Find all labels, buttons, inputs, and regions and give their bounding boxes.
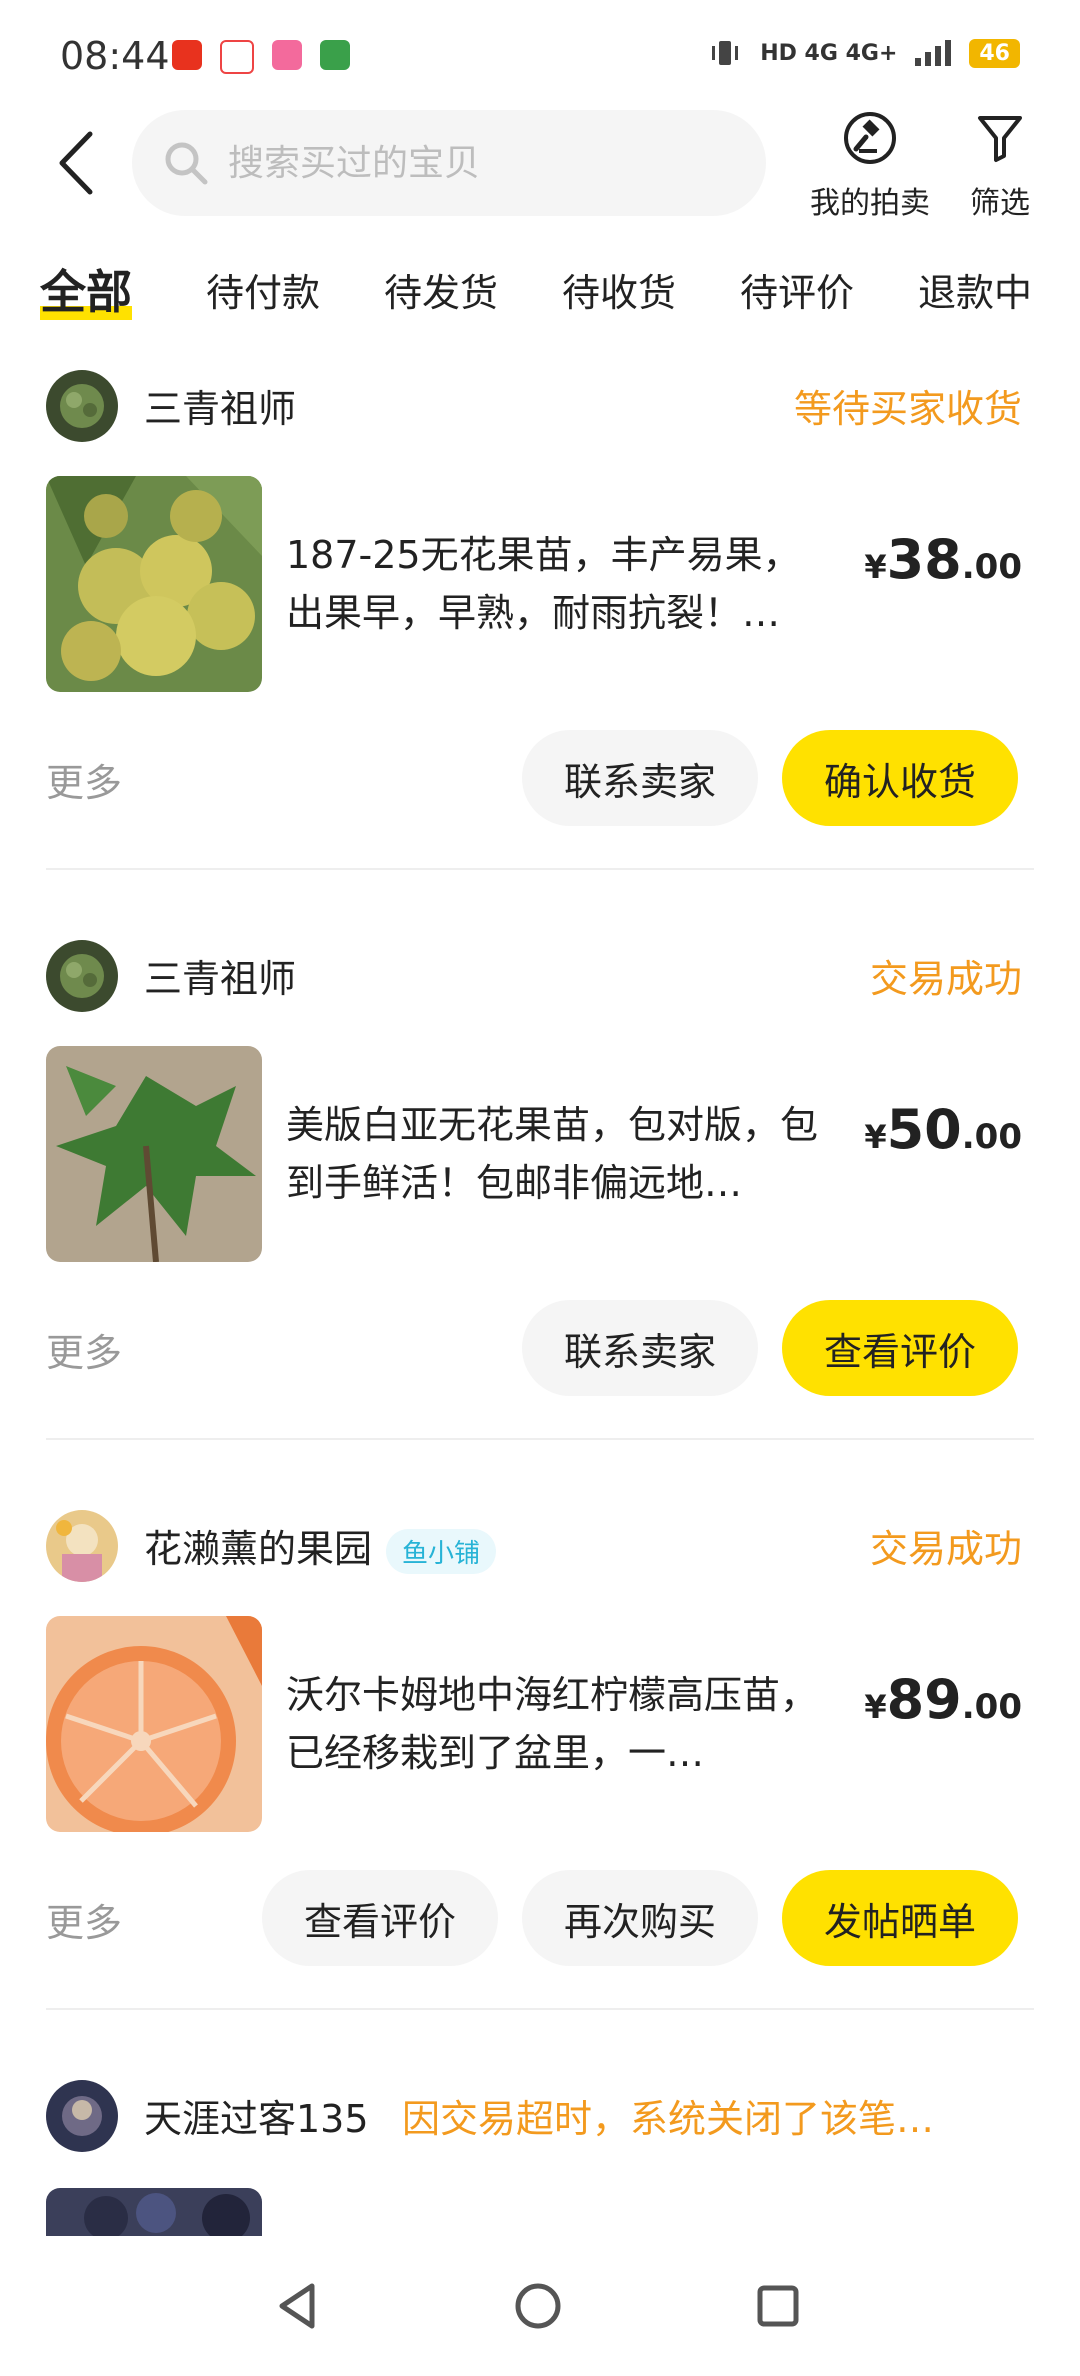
shop-avatar[interactable] [46,2080,118,2152]
confirm-receipt-button[interactable]: 确认收货 [782,730,1018,826]
status-time: 08:44 [60,34,170,78]
app-notification-icon [272,40,302,70]
nav-home-icon[interactable] [508,2276,568,2336]
shop-avatar[interactable] [46,1510,118,1582]
order-card[interactable]: 天涯过客135 因交易超时，系统关闭了该笔… [0,2080,1080,2240]
search-bar[interactable] [132,110,766,216]
system-icons: HD 4G 4G+ 46 [708,38,1020,68]
price-currency: ¥ [864,1688,887,1726]
app-notification-icon [320,40,350,70]
tab-pending-shipment[interactable]: 待发货 [384,262,498,317]
shop-avatar[interactable] [46,370,118,442]
tab-pending-payment[interactable]: 待付款 [206,262,320,317]
card-divider [46,868,1034,870]
vibrate-icon [712,41,739,65]
order-tabs: 全部 待付款 待发货 待收货 待评价 退款中 [0,250,1080,330]
order-card[interactable]: 花濑薰的果园 鱼小铺 交易成功 沃尔卡姆地中海红柠檬高压苗，已经移栽到了盆里，一…… [0,1496,1080,2068]
back-arrow-icon[interactable] [52,128,102,198]
price-decimal: .00 [961,1687,1022,1727]
contact-seller-button[interactable]: 联系卖家 [522,1300,758,1396]
filter-label: 筛选 [970,186,1030,221]
app-notification-icon [220,40,254,74]
tab-label: 全部 [40,265,132,319]
post-review-button[interactable]: 发帖晒单 [782,1870,1018,1966]
price-decimal: .00 [961,1117,1022,1157]
order-status: 交易成功 [869,957,1022,1001]
order-status: 等待买家收货 [793,387,1022,431]
product-image[interactable] [46,476,262,692]
product-title[interactable]: 沃尔卡姆地中海红柠檬高压苗，已经移栽到了盆里，一… [286,1666,836,1782]
order-status: 交易成功 [869,1527,1022,1571]
product-title[interactable]: 187-25无花果苗，丰产易果，出果早，早熟，耐雨抗裂！… [286,526,836,642]
shop-badge: 鱼小铺 [386,1529,497,1574]
notification-icons [172,40,350,74]
shop-name[interactable]: 三青祖师 [144,948,296,1003]
nav-back-icon[interactable] [268,2276,328,2336]
product-image[interactable] [46,1616,262,1832]
buy-again-button[interactable]: 再次购买 [522,1870,758,1966]
product-price: ¥38.00 [864,528,1022,591]
price-currency: ¥ [864,548,887,586]
my-auction-label: 我的拍卖 [810,186,930,221]
price-currency: ¥ [864,1118,887,1156]
order-status: 因交易超时，系统关闭了该笔… [402,2097,935,2141]
battery-level: 46 [969,38,1020,68]
product-price: ¥89.00 [864,1668,1022,1731]
card-divider [46,1438,1034,1440]
tab-pending-receipt[interactable]: 待收货 [562,262,676,317]
shop-name[interactable]: 花濑薰的果园 鱼小铺 [144,1518,497,1574]
shop-name[interactable]: 天涯过客135 [144,2088,369,2143]
app-notification-icon [172,40,202,70]
view-review-button[interactable]: 查看评价 [782,1300,1018,1396]
more-button[interactable]: 更多 [46,1322,122,1377]
auction-hammer-icon [844,112,896,164]
price-integer: 89 [886,1668,962,1731]
status-bar: 08:44 HD 4G 4G+ 46 [0,0,1080,110]
tab-refunding[interactable]: 退款中 [918,262,1032,317]
card-divider [46,2008,1034,2010]
price-decimal: .00 [961,547,1022,587]
order-card[interactable]: 三青祖师 等待买家收货 187-25无花果苗，丰产易果，出果早，早熟，耐雨抗裂！… [0,356,1080,928]
shop-name-text: 花濑薰的果园 [144,1527,373,1571]
filter-icon [978,116,1022,162]
product-image[interactable] [46,2188,262,2240]
search-input[interactable] [226,141,730,185]
more-button[interactable]: 更多 [46,1892,122,1947]
product-price: ¥50.00 [864,1098,1022,1161]
product-title[interactable]: 美版白亚无花果苗，包对版，包到手鲜活！包邮非偏远地… [286,1096,836,1212]
system-nav-bar [0,2236,1080,2376]
price-integer: 38 [886,528,962,591]
view-review-button[interactable]: 查看评价 [262,1870,498,1966]
tab-pending-review[interactable]: 待评价 [740,262,854,317]
network-indicator: HD 4G 4G+ [760,40,898,66]
price-integer: 50 [886,1098,962,1161]
more-button[interactable]: 更多 [46,752,122,807]
product-image[interactable] [46,1046,262,1262]
my-auction-button[interactable]: 我的拍卖 [800,110,940,222]
contact-seller-button[interactable]: 联系卖家 [522,730,758,826]
tab-all[interactable]: 全部 [40,256,132,322]
search-icon [165,142,208,185]
shop-name[interactable]: 三青祖师 [144,378,296,433]
order-card[interactable]: 三青祖师 交易成功 美版白亚无花果苗，包对版，包到手鲜活！包邮非偏远地… ¥50… [0,926,1080,1498]
signal-icon [915,40,952,66]
nav-recents-icon[interactable] [748,2276,808,2336]
shop-avatar[interactable] [46,940,118,1012]
filter-button[interactable]: 筛选 [955,110,1045,222]
